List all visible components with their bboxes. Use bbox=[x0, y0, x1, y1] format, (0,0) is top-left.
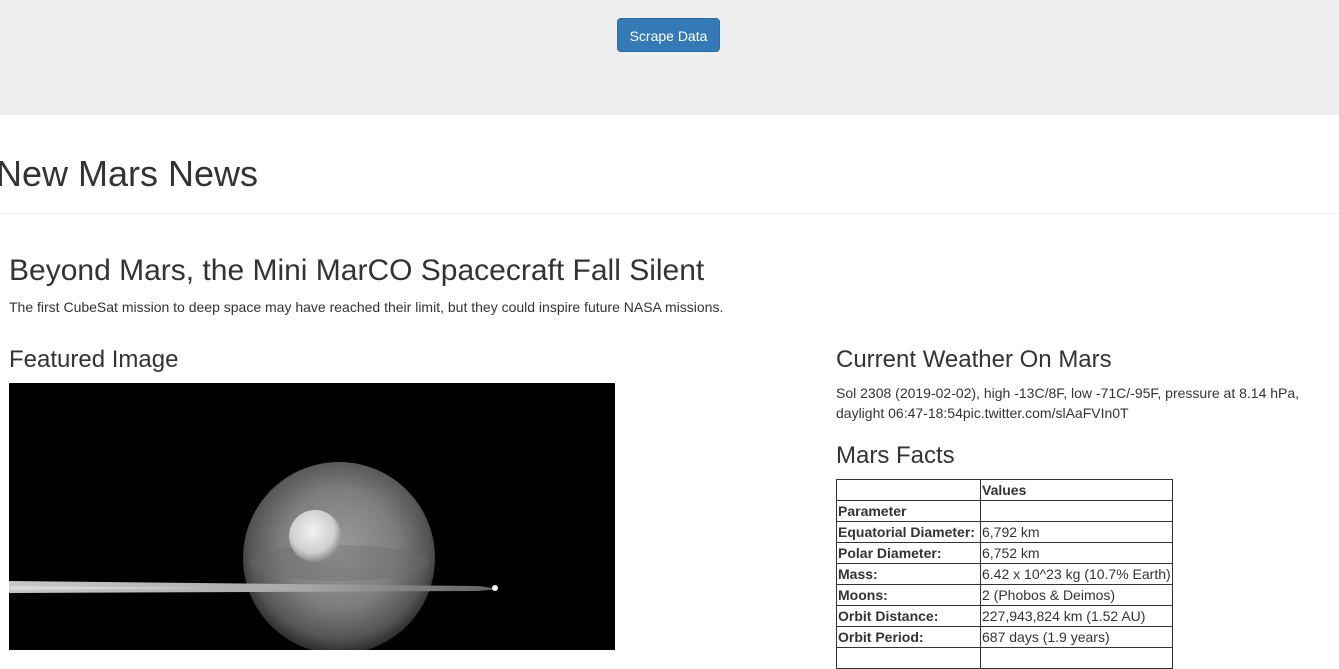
saturn-image bbox=[9, 383, 615, 650]
scrape-data-button[interactable]: Scrape Data bbox=[617, 18, 720, 52]
table-row: Mass: 6.42 x 10^23 kg (10.7% Earth) bbox=[836, 563, 1173, 585]
table-index-empty bbox=[980, 500, 1173, 522]
fact-label: Equatorial Diameter: bbox=[836, 521, 981, 543]
moon-shape bbox=[289, 510, 341, 562]
table-row: Polar Diameter: 6,752 km bbox=[836, 542, 1173, 564]
small-moon-shape bbox=[492, 585, 498, 591]
jumbotron: Scrape Data bbox=[0, 0, 1339, 115]
table-row: Orbit Distance: 227,943,824 km (1.52 AU) bbox=[836, 605, 1173, 627]
table-index-row: Parameter bbox=[836, 500, 1173, 522]
table-row: Moons: 2 (Phobos & Deimos) bbox=[836, 584, 1173, 606]
fact-label: Orbit Distance: bbox=[836, 605, 981, 627]
table-header-empty bbox=[836, 479, 981, 501]
fact-value: 6,792 km bbox=[980, 521, 1173, 543]
table-header-values: Values bbox=[980, 479, 1173, 501]
fact-label: Polar Diameter: bbox=[836, 542, 981, 564]
news-title: Beyond Mars, the Mini MarCO Spacecraft F… bbox=[9, 254, 705, 287]
table-row bbox=[836, 647, 1173, 669]
table-index-label: Parameter bbox=[836, 500, 981, 522]
fact-label: Mass: bbox=[836, 563, 981, 585]
weather-heading: Current Weather On Mars bbox=[836, 346, 1112, 373]
fact-label: Moons: bbox=[836, 584, 981, 606]
table-row: Orbit Period: 687 days (1.9 years) bbox=[836, 626, 1173, 648]
fact-value: 6,752 km bbox=[980, 542, 1173, 564]
mars-facts-table: Values Parameter Equatorial Diameter: 6,… bbox=[836, 479, 1173, 669]
header-divider bbox=[0, 213, 1339, 214]
weather-text: Sol 2308 (2019-02-02), high -13C/8F, low… bbox=[836, 385, 1300, 421]
fact-label bbox=[836, 647, 981, 669]
news-teaser: The first CubeSat mission to deep space … bbox=[9, 299, 724, 315]
fact-value bbox=[980, 647, 1173, 669]
fact-value: 6.42 x 10^23 kg (10.7% Earth) bbox=[980, 563, 1173, 585]
fact-value: 227,943,824 km (1.52 AU) bbox=[980, 605, 1173, 627]
mars-facts-heading: Mars Facts bbox=[836, 442, 955, 469]
table-row: Equatorial Diameter: 6,792 km bbox=[836, 521, 1173, 543]
fact-label: Orbit Period: bbox=[836, 626, 981, 648]
featured-image bbox=[9, 383, 615, 650]
featured-image-heading: Featured Image bbox=[9, 346, 179, 373]
table-header-row: Values bbox=[836, 479, 1173, 501]
page-title: New Mars News bbox=[0, 153, 259, 194]
fact-value: 687 days (1.9 years) bbox=[980, 626, 1173, 648]
fact-value: 2 (Phobos & Deimos) bbox=[980, 584, 1173, 606]
